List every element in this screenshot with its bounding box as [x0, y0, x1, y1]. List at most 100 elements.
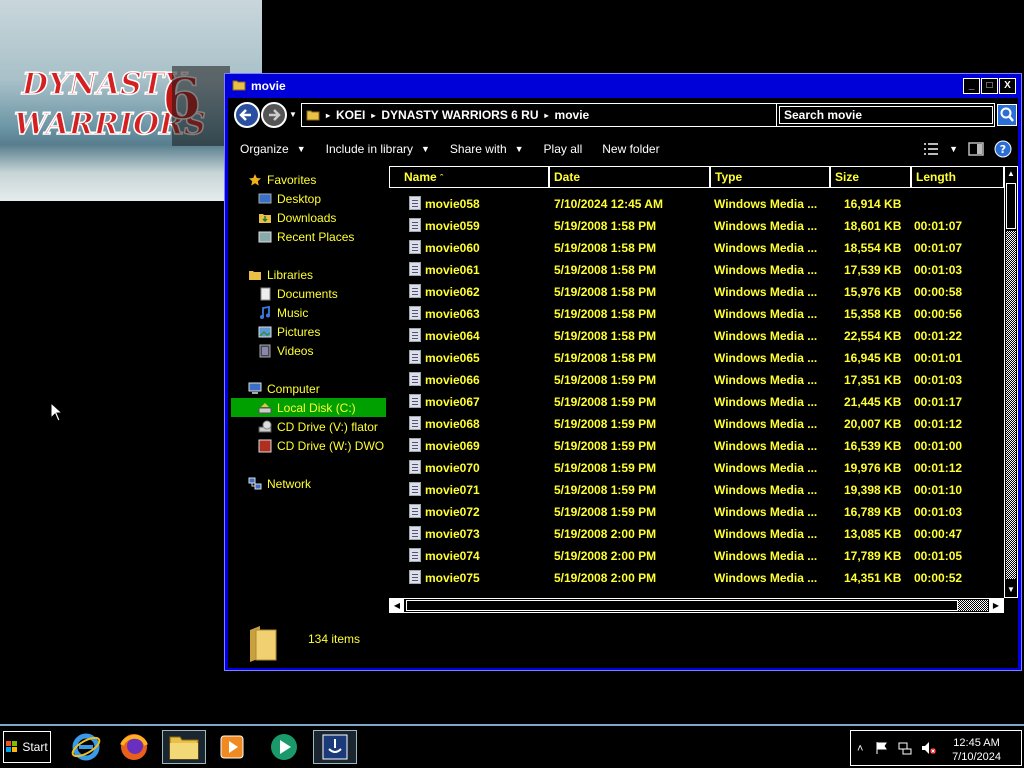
scroll-left-icon[interactable]: ◀: [390, 599, 404, 612]
table-row[interactable]: movie060 5/19/2008 1:58 PM Windows Media .…: [389, 237, 1004, 259]
nav-documents[interactable]: Documents: [258, 284, 338, 303]
horizontal-scrollbar[interactable]: ◀ ▶: [389, 598, 1004, 613]
table-row[interactable]: movie073 5/19/2008 2:00 PM Windows Media .…: [389, 523, 1004, 545]
title-bar[interactable]: movie _ □ X: [225, 74, 1021, 98]
start-button[interactable]: Start: [3, 731, 51, 763]
back-button[interactable]: [234, 102, 260, 128]
window-title: movie: [251, 79, 286, 93]
recent-pages-icon[interactable]: ▼: [289, 110, 297, 119]
taskbar-windows-media-player[interactable]: [262, 730, 306, 764]
column-header-size[interactable]: Size: [830, 166, 911, 188]
table-row[interactable]: movie068 5/19/2008 1:59 PM Windows Media .…: [389, 413, 1004, 435]
column-header-date[interactable]: Date: [549, 166, 710, 188]
video-file-icon: [409, 306, 421, 320]
vertical-scrollbar[interactable]: ▲ ▼: [1004, 166, 1018, 598]
breadcrumb-chevron-icon[interactable]: ▸: [326, 111, 330, 120]
maximize-button[interactable]: □: [981, 78, 998, 94]
file-type: Windows Media ...: [714, 483, 818, 497]
nav-libraries[interactable]: Libraries: [248, 265, 313, 284]
show-hidden-icons-icon[interactable]: ˄: [857, 743, 863, 755]
view-options-icon[interactable]: [923, 142, 939, 156]
file-type: Windows Media ...: [714, 373, 818, 387]
nav-recent-places[interactable]: Recent Places: [258, 227, 354, 246]
address-bar[interactable]: ▸ KOEI ▸ DYNASTY WARRIORS 6 RU ▸ movie ▽: [301, 103, 821, 127]
table-row[interactable]: movie072 5/19/2008 1:59 PM Windows Media .…: [389, 501, 1004, 523]
file-date: 5/19/2008 1:58 PM: [554, 241, 657, 255]
clock[interactable]: 12:45 AM 7/10/2024: [952, 736, 1001, 764]
taskbar-installer[interactable]: [313, 730, 357, 764]
search-input[interactable]: [779, 106, 993, 124]
nav-cd-drive-w[interactable]: CD Drive (W:) DWO: [258, 436, 384, 455]
file-date: 5/19/2008 1:59 PM: [554, 439, 657, 453]
horizontal-scroll-thumb[interactable]: [406, 600, 958, 611]
action-center-flag-icon[interactable]: [875, 741, 889, 755]
table-row[interactable]: movie064 5/19/2008 1:58 PM Windows Media .…: [389, 325, 1004, 347]
taskbar-file-explorer[interactable]: [162, 730, 206, 764]
forward-button[interactable]: [261, 102, 287, 128]
file-type: Windows Media ...: [714, 263, 818, 277]
include-in-library-button[interactable]: Include in library ▼: [326, 142, 430, 156]
nav-desktop[interactable]: Desktop: [258, 189, 321, 208]
nav-videos[interactable]: Videos: [258, 341, 313, 360]
scroll-track[interactable]: [1006, 231, 1016, 579]
nav-computer[interactable]: Computer: [248, 379, 320, 398]
table-row[interactable]: movie066 5/19/2008 1:59 PM Windows Media .…: [389, 369, 1004, 391]
table-row[interactable]: movie075 5/19/2008 2:00 PM Windows Media .…: [389, 567, 1004, 589]
table-row[interactable]: movie063 5/19/2008 1:58 PM Windows Media .…: [389, 303, 1004, 325]
network-icon: [248, 477, 262, 491]
nav-cd-drive-v[interactable]: CD Drive (V:) flator: [258, 417, 378, 436]
scroll-up-icon[interactable]: ▲: [1005, 167, 1017, 181]
taskbar-firefox[interactable]: [112, 730, 156, 764]
file-length: 00:01:03: [914, 505, 963, 519]
nav-favorites[interactable]: Favorites: [248, 170, 316, 189]
help-icon[interactable]: ?: [994, 140, 1012, 158]
table-row[interactable]: movie062 5/19/2008 1:58 PM Windows Media .…: [389, 281, 1004, 303]
network-status-icon[interactable]: [897, 741, 913, 755]
file-list: Name ˆ Date Type Size Length movie058 7/1…: [389, 166, 1004, 598]
breadcrumb-movie[interactable]: movie: [555, 108, 590, 122]
search-button[interactable]: [997, 104, 1017, 126]
column-header-length[interactable]: Length: [911, 166, 1004, 188]
view-dropdown-icon[interactable]: ▼: [949, 144, 958, 154]
play-all-button[interactable]: Play all: [544, 142, 583, 156]
video-file-icon: [409, 196, 421, 210]
breadcrumb-koei[interactable]: KOEI: [336, 108, 365, 122]
search-box[interactable]: [776, 103, 995, 127]
nav-local-disk[interactable]: Local Disk (C:): [231, 398, 386, 417]
table-row[interactable]: movie059 5/19/2008 1:58 PM Windows Media .…: [389, 215, 1004, 237]
desktop-wallpaper: DYNASTY WARRIORS 6: [0, 0, 262, 201]
minimize-button[interactable]: _: [963, 78, 980, 94]
table-row[interactable]: movie058 7/10/2024 12:45 AM Windows Media …: [389, 193, 1004, 215]
column-header-name[interactable]: Name ˆ: [389, 166, 549, 188]
nav-network[interactable]: Network: [248, 474, 311, 493]
new-folder-button[interactable]: New folder: [602, 142, 659, 156]
volume-muted-icon[interactable]: [921, 741, 937, 755]
table-row[interactable]: movie070 5/19/2008 1:59 PM Windows Media .…: [389, 457, 1004, 479]
nav-music[interactable]: Music: [258, 303, 308, 322]
mouse-cursor-icon: [50, 402, 64, 422]
breadcrumb-dynasty-warriors[interactable]: DYNASTY WARRIORS 6 RU: [381, 108, 538, 122]
table-row[interactable]: movie071 5/19/2008 1:59 PM Windows Media .…: [389, 479, 1004, 501]
breadcrumb-chevron-icon[interactable]: ▸: [371, 111, 375, 120]
file-length: 00:01:12: [914, 461, 963, 475]
table-row[interactable]: movie065 5/19/2008 1:58 PM Windows Media .…: [389, 347, 1004, 369]
preview-pane-icon[interactable]: [968, 142, 984, 156]
organize-button[interactable]: Organize ▼: [240, 142, 306, 156]
table-row[interactable]: movie067 5/19/2008 1:59 PM Windows Media .…: [389, 391, 1004, 413]
nav-downloads[interactable]: Downloads: [258, 208, 336, 227]
music-note-icon: [258, 305, 272, 320]
breadcrumb-chevron-icon[interactable]: ▸: [545, 111, 549, 120]
table-row[interactable]: movie074 5/19/2008 2:00 PM Windows Media .…: [389, 545, 1004, 567]
taskbar-internet-explorer[interactable]: [64, 730, 108, 764]
share-with-button[interactable]: Share with ▼: [450, 142, 524, 156]
horizontal-scroll-track[interactable]: [958, 600, 988, 611]
taskbar-media-player[interactable]: [210, 730, 254, 764]
table-row[interactable]: movie069 5/19/2008 1:59 PM Windows Media .…: [389, 435, 1004, 457]
column-header-type[interactable]: Type: [710, 166, 830, 188]
close-button[interactable]: X: [999, 78, 1016, 94]
nav-pictures[interactable]: Pictures: [258, 322, 320, 341]
scroll-right-icon[interactable]: ▶: [989, 599, 1003, 612]
scroll-down-icon[interactable]: ▼: [1005, 583, 1017, 597]
table-row[interactable]: movie061 5/19/2008 1:58 PM Windows Media .…: [389, 259, 1004, 281]
scroll-thumb[interactable]: [1006, 183, 1016, 229]
